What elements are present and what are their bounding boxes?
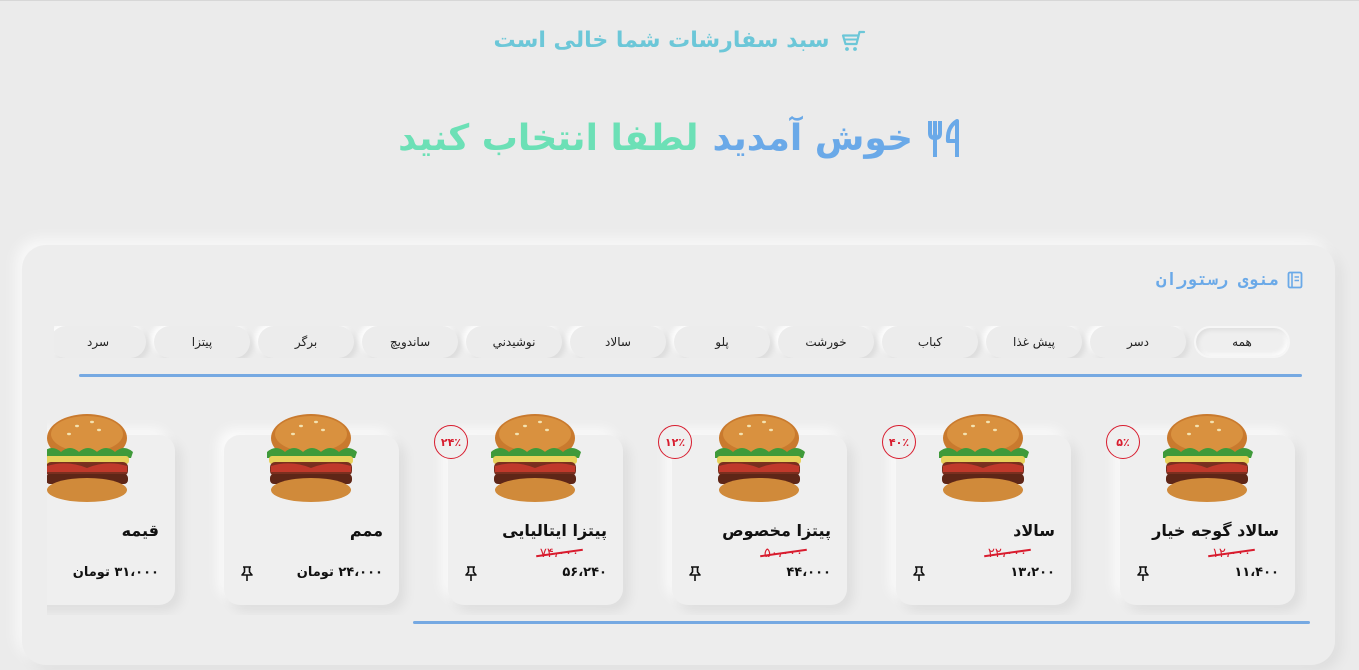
pin-icon[interactable] [912,566,926,582]
category-burger[interactable]: برگر [258,326,354,358]
category-dessert[interactable]: دسر [1090,326,1186,358]
burger-image [261,410,361,505]
product-price: ۱۳،۲۰۰ [1010,565,1055,580]
menu-title: منوی رستوران [1156,270,1303,290]
category-bar[interactable]: همه دسر پیش غذا کباب خورشت پلو سالاد نوش… [54,326,1304,358]
category-kebab[interactable]: کباب [882,326,978,358]
category-appetizer[interactable]: پیش غذا [986,326,1082,358]
category-rice[interactable]: پلو [674,326,770,358]
burger-image [1157,410,1257,505]
category-all[interactable]: همه [1194,326,1290,358]
product-card[interactable]: ۴۰٪ سالاد ۲۲،۰۰۰ ۱۳،۲۰۰ [882,435,1071,605]
pin-icon[interactable] [464,566,478,582]
category-pizza[interactable]: پیتزا [154,326,250,358]
welcome-heading: خوش آمدید لطفا انتخاب کنید [0,118,1359,168]
cart-text: سبد سفارشات شما خالی است [493,28,830,53]
product-price: ۱۱،۴۰۰ [1234,565,1279,580]
product-price: ۴۴،۰۰۰ [786,565,831,580]
discount-badge: ۱۲٪ [658,425,692,459]
product-price: ۵۶،۲۴۰ [562,565,607,580]
product-card[interactable]: ۲۴٪ پیتزا ایتالیایی ۷۴،۰۰۰ ۵۶،۲۴۰ [434,435,623,605]
burger-image [709,410,809,505]
product-card[interactable]: ۱۲٪ پیتزا مخصوص ۵۰،۰۰۰ ۴۴،۰۰۰ [658,435,847,605]
product-price: ۳۱،۰۰۰ تومان [72,565,159,580]
cart-status[interactable]: سبد سفارشات شما خالی است [0,28,1359,59]
old-price: ۷۴،۰۰۰ [535,546,583,561]
category-cold[interactable]: سرد [54,326,146,358]
category-stew[interactable]: خورشت [778,326,874,358]
product-name: پیتزا مخصوص [722,521,831,540]
pin-icon[interactable] [688,566,702,582]
product-carousel[interactable]: ۵٪ سالاد گوجه خیار ۱۲،۰۰۰ ۱۱،۴۰۰ ۴۰٪ سال… [47,385,1307,615]
category-sandwich[interactable]: ساندویچ [362,326,458,358]
discount-badge: ۴۰٪ [882,425,916,459]
product-name: پیتزا ایتالیایی [502,521,607,540]
product-scroll-indicator [413,621,1310,624]
old-price: ۲۲،۰۰۰ [983,546,1031,561]
product-name: ممم [349,521,383,540]
category-scroll-indicator [79,374,1302,377]
burger-image [485,410,585,505]
fork-knife-icon [927,118,959,157]
product-name: سالاد گوجه خیار [1152,521,1279,540]
product-card[interactable]: قیمه ۳۱،۰۰۰ تومان [47,435,175,605]
burger-image [933,410,1033,505]
burger-image [47,410,137,505]
top-border [0,0,1359,1]
product-card[interactable]: ممم ۲۴،۰۰۰ تومان [224,435,399,605]
discount-badge: ۲۴٪ [434,425,468,459]
product-name: قیمه [121,521,159,540]
menu-title-text: منوی رستوران [1156,270,1279,290]
product-name: سالاد [1013,521,1055,540]
old-price: ۵۰،۰۰۰ [759,546,807,561]
cart-icon [841,30,865,51]
product-card[interactable]: ۵٪ سالاد گوجه خیار ۱۲،۰۰۰ ۱۱،۴۰۰ [1106,435,1295,605]
welcome-text: خوش آمدید [712,118,913,159]
old-price: ۱۲،۰۰۰ [1207,546,1255,561]
pin-icon[interactable] [240,566,254,582]
category-drinks[interactable]: نوشيدني [466,326,562,358]
category-salad[interactable]: سالاد [570,326,666,358]
menu-book-icon [1287,271,1303,289]
welcome-subtext: لطفا انتخاب کنید [398,118,699,159]
pin-icon[interactable] [1136,566,1150,582]
discount-badge: ۵٪ [1106,425,1140,459]
product-price: ۲۴،۰۰۰ تومان [296,565,383,580]
